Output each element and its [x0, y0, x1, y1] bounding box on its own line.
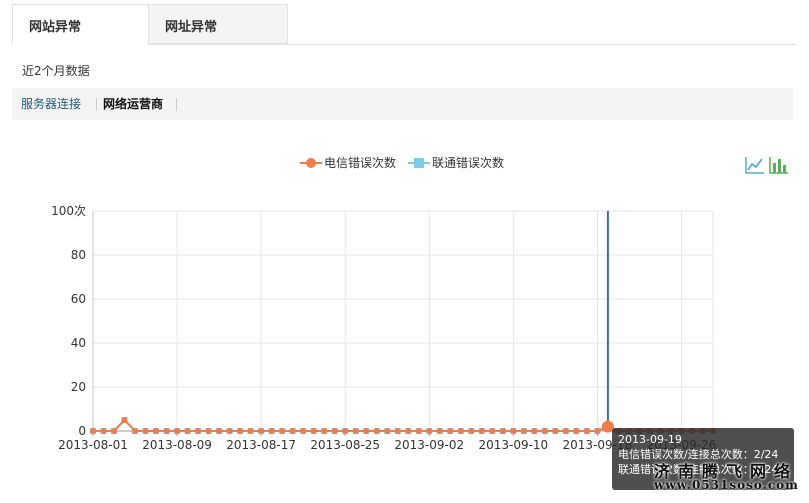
data-point [510, 428, 517, 434]
y-tick-label: 100次 [51, 204, 86, 218]
data-point [163, 428, 170, 434]
data-point [289, 428, 296, 434]
data-point [300, 428, 307, 434]
data-point [541, 428, 548, 434]
hover-cursor [601, 211, 614, 433]
data-point [310, 428, 317, 434]
data-point [247, 428, 254, 434]
data-point [121, 417, 128, 423]
data-point [342, 428, 349, 434]
data-point [447, 428, 454, 434]
y-tick-label: 20 [71, 380, 86, 394]
data-point [363, 428, 370, 434]
x-tick-label: 2013-08-01 [58, 438, 128, 452]
chart-grid [92, 210, 714, 432]
x-tick-label: 2013-08-17 [226, 438, 296, 452]
data-point [205, 428, 212, 434]
data-point [520, 428, 527, 434]
data-point [499, 428, 506, 434]
data-point [426, 428, 433, 434]
data-point [436, 428, 443, 434]
tooltip-date: 2013-09-19 [618, 433, 682, 446]
y-tick-label: 0 [78, 424, 86, 438]
data-point [184, 428, 191, 434]
watermark-url: www.0531soso.com [654, 478, 799, 492]
y-tick-label: 80 [71, 248, 86, 262]
data-point [352, 428, 359, 434]
data-point [594, 428, 601, 434]
data-point [132, 428, 139, 434]
x-tick-label: 2013-08-09 [142, 438, 212, 452]
data-point [100, 428, 107, 434]
data-point [90, 428, 96, 434]
x-tick-label: 2013-08-25 [310, 438, 380, 452]
data-point [384, 428, 391, 434]
data-point [478, 428, 485, 434]
data-point [331, 428, 338, 434]
data-point [153, 428, 160, 434]
data-point [216, 428, 223, 434]
data-point [394, 428, 401, 434]
data-point [457, 428, 464, 434]
data-point [415, 428, 422, 434]
data-point [531, 428, 538, 434]
data-point [468, 428, 475, 434]
data-point [258, 428, 265, 434]
data-point [562, 428, 569, 434]
data-point [226, 428, 233, 434]
watermark: 济南腾飞网络 www.0531soso.com [618, 462, 804, 502]
x-tick-label: 2013-09-02 [394, 438, 464, 452]
y-tick-label: 40 [71, 336, 86, 350]
data-point [142, 428, 149, 434]
data-point [552, 428, 559, 434]
data-point [405, 428, 412, 434]
data-point [195, 428, 202, 434]
data-point [489, 428, 496, 434]
data-point [237, 428, 244, 434]
y-tick-label: 60 [71, 292, 86, 306]
data-point [321, 428, 328, 434]
data-point [268, 428, 275, 434]
data-point [583, 428, 590, 434]
y-axis: 0 20 40 60 80 100次 [51, 204, 94, 438]
data-point [279, 428, 286, 434]
data-point [373, 428, 380, 434]
data-point [573, 428, 580, 434]
x-tick-label: 2013-09-10 [478, 438, 548, 452]
data-point [111, 428, 118, 434]
data-point [174, 428, 181, 434]
